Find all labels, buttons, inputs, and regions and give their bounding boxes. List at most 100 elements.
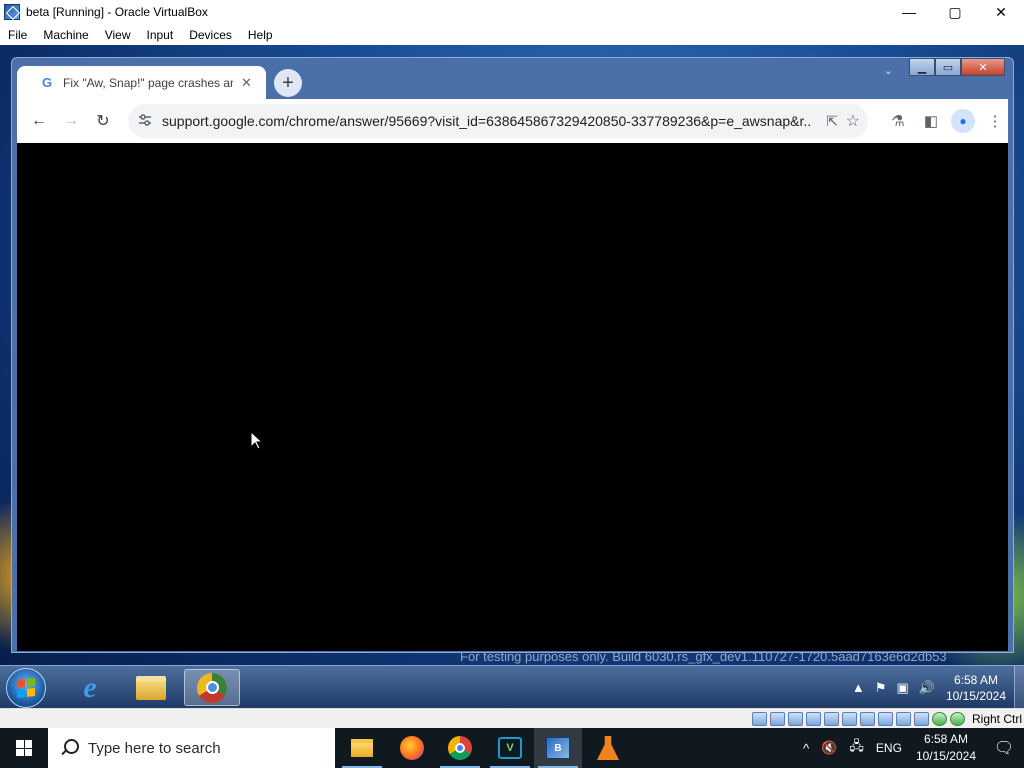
windows-logo-icon [16, 740, 32, 756]
host-taskbar: Type here to search V B ^ 🔇 🖧 ENG 6:58 A… [0, 728, 1024, 768]
network-icon[interactable]: 🖧 [849, 737, 864, 759]
taskbar-firefox[interactable] [388, 728, 436, 768]
site-info-icon[interactable] [138, 113, 154, 130]
show-hidden-icons-chevron[interactable]: ^ [803, 741, 809, 756]
chrome-icon [448, 736, 472, 760]
chrome-icon [197, 672, 227, 703]
usb-icon[interactable] [823, 711, 839, 726]
guest-taskbar: e ▲ ⚑ ▣ 🔊 6:58 AM 10/15/2024 [0, 665, 1024, 708]
guest-time: 6:58 AM [953, 672, 998, 687]
host-time: 6:58 AM [923, 732, 968, 746]
host-key-label: Right Ctrl [971, 711, 1022, 726]
virtualization-icon[interactable] [913, 711, 929, 726]
labs-flask-icon[interactable]: ⚗ [882, 105, 914, 137]
tab-aw-snap[interactable]: G Fix "Aw, Snap!" page crashes and ✕ [17, 66, 266, 99]
cpu-icon[interactable] [895, 711, 911, 726]
share-icon[interactable]: ⇱ [826, 113, 838, 130]
flask-icon [597, 736, 619, 760]
guest-date: 10/15/2024 [945, 688, 1006, 703]
address-bar[interactable]: support.google.com/chrome/answer/95669?v… [128, 104, 868, 138]
forward-button[interactable]: → [55, 105, 87, 137]
audio-icon[interactable] [787, 711, 803, 726]
start-button[interactable] [0, 728, 48, 768]
page-content-black[interactable] [17, 143, 1008, 651]
host-date: 10/15/2024 [915, 749, 976, 763]
minimize-button[interactable]: — [886, 0, 932, 24]
side-panel-icon[interactable]: ◧ [915, 105, 947, 137]
search-icon [60, 739, 79, 757]
menu-file[interactable]: File [0, 28, 35, 42]
profile-icon: ● [951, 109, 975, 133]
volume-muted-icon[interactable]: 🔇 [821, 740, 837, 756]
host-clock[interactable]: 6:58 AM 10/15/2024 [916, 731, 976, 765]
chrome-window: ⌄ ▁ ▭ ✕ G Fix "Aw, Snap!" page crashes a… [11, 57, 1014, 653]
search-placeholder: Type here to search [88, 739, 221, 757]
menu-machine[interactable]: Machine [35, 28, 96, 42]
taskbar-file-explorer[interactable] [123, 669, 179, 706]
window-title: beta [Running] - Oracle VirtualBox [26, 5, 208, 19]
chrome-menu-button[interactable]: ⋮ [979, 105, 1011, 137]
bookmark-star-icon[interactable]: ☆ [846, 111, 860, 131]
optical-drive-icon[interactable] [769, 711, 785, 726]
mouse-integration-icon[interactable] [931, 711, 947, 726]
guest-start-button[interactable] [6, 668, 46, 708]
taskbar-file-explorer[interactable] [338, 728, 386, 768]
guest-desktop[interactable]: For testing purposes only. Build 6030.rs… [0, 45, 1024, 708]
tab-title: Fix "Aw, Snap!" page crashes and [63, 75, 233, 90]
virtualbox-icon: B [546, 737, 570, 759]
input-language[interactable]: ENG [876, 741, 902, 755]
window-controls: — ▢ ✕ [886, 0, 1024, 24]
shared-folders-icon[interactable] [841, 711, 857, 726]
notification-center-icon[interactable]: 🗨 [984, 728, 1024, 768]
taskbar-lab-app[interactable] [584, 728, 632, 768]
volume-icon[interactable]: 🔊 [919, 680, 935, 696]
guest-clock[interactable]: 6:58 AM 10/15/2024 [946, 672, 1006, 704]
url-text[interactable]: support.google.com/chrome/answer/95669?v… [162, 113, 812, 129]
taskbar-app[interactable]: V [486, 728, 534, 768]
show-hidden-icons[interactable]: ▲ [852, 680, 865, 695]
guest-system-tray: ▲ ⚑ ▣ 🔊 6:58 AM 10/15/2024 [847, 666, 1024, 708]
chrome-window-controls: ▁ ▭ ✕ [909, 58, 1005, 76]
reload-button[interactable]: ↻ [87, 105, 119, 137]
chrome-maximize-button[interactable]: ▭ [935, 58, 961, 76]
chrome-close-button[interactable]: ✕ [961, 58, 1005, 76]
taskbar-chrome[interactable] [184, 669, 240, 706]
menu-view[interactable]: View [97, 28, 139, 42]
close-button[interactable]: ✕ [978, 0, 1024, 24]
vbox-titlebar: beta [Running] - Oracle VirtualBox — ▢ ✕ [0, 0, 1024, 24]
tab-search-icon[interactable]: ⌄ [884, 64, 893, 77]
new-tab-button[interactable]: + [274, 69, 302, 97]
network-adapter-icon[interactable] [805, 711, 821, 726]
chrome-minimize-button[interactable]: ▁ [909, 58, 935, 76]
vbox-statusbar: Right Ctrl [0, 708, 1024, 728]
maximize-button[interactable]: ▢ [932, 0, 978, 24]
app-icon: V [498, 737, 522, 759]
menu-input[interactable]: Input [139, 28, 182, 42]
back-button[interactable]: ← [23, 105, 55, 137]
show-desktop-button[interactable] [1014, 666, 1024, 708]
chrome-toolbar: ← → ↻ support.google.com/chrome/answer/9… [17, 99, 1008, 143]
network-icon[interactable]: ▣ [896, 680, 908, 696]
host-system-tray: ^ 🔇 🖧 ENG 6:58 AM 10/15/2024 🗨 [797, 728, 1024, 768]
profile-avatar[interactable]: ● [947, 105, 979, 137]
display-icon[interactable] [859, 711, 875, 726]
vbox-menubar: File Machine View Input Devices Help [0, 24, 1024, 45]
video-capture-icon[interactable] [877, 711, 893, 726]
hard-disk-icon[interactable] [751, 711, 767, 726]
tab-close-icon[interactable]: ✕ [241, 75, 252, 91]
taskbar-search-box[interactable]: Type here to search [48, 728, 335, 768]
firefox-icon [400, 736, 424, 760]
file-explorer-icon [351, 739, 373, 757]
taskbar-internet-explorer[interactable]: e [62, 669, 118, 706]
taskbar-virtualbox[interactable]: B [534, 728, 582, 768]
menu-help[interactable]: Help [240, 28, 281, 42]
folder-icon [136, 675, 166, 700]
virtualbox-icon [4, 4, 20, 20]
windows-flag-icon [17, 678, 35, 698]
keyboard-icon[interactable] [949, 711, 965, 726]
taskbar-chrome[interactable] [436, 728, 484, 768]
internet-explorer-icon: e [83, 670, 97, 704]
menu-devices[interactable]: Devices [181, 28, 240, 42]
action-center-flag-icon[interactable]: ⚑ [875, 680, 887, 696]
google-favicon-icon: G [41, 75, 53, 90]
